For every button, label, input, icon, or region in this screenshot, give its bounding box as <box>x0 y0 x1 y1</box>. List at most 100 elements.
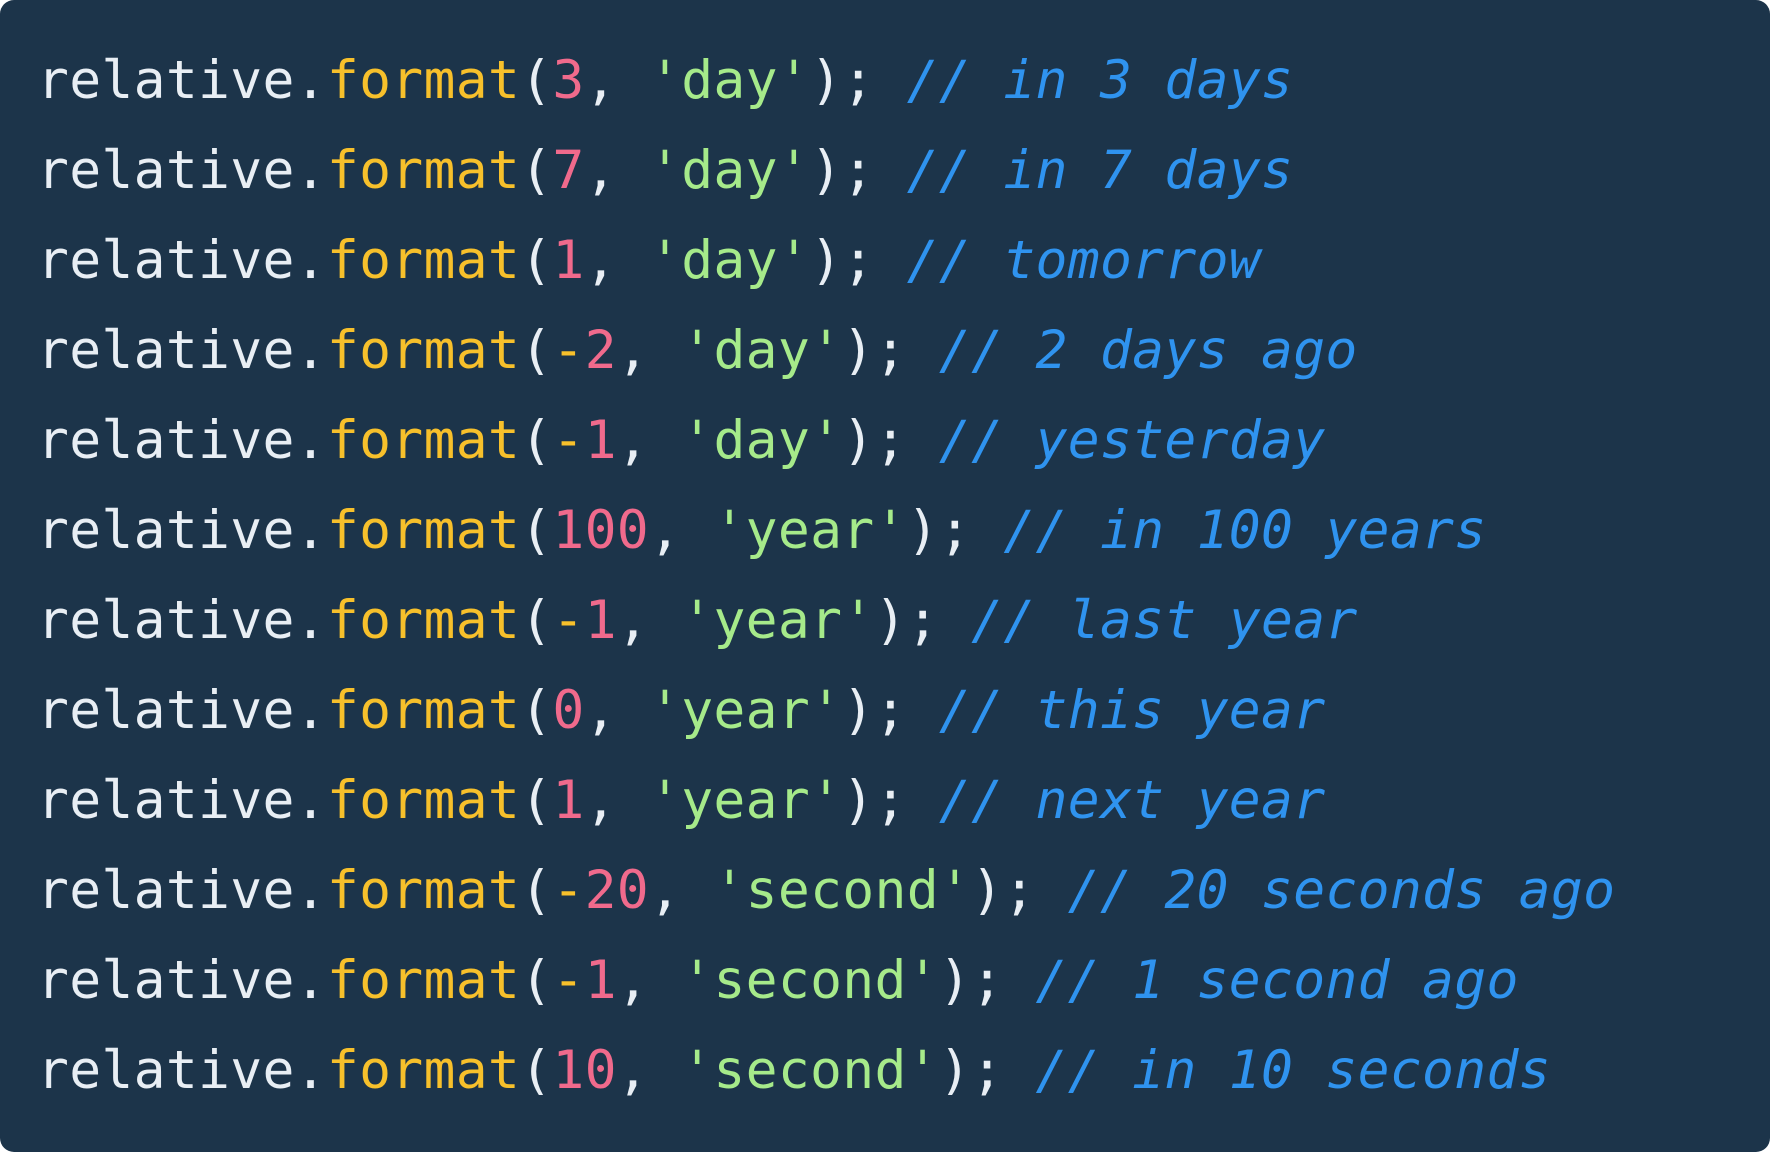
string-literal: 'day' <box>681 410 843 471</box>
member-dot: . <box>294 680 327 741</box>
object-identifier: relative <box>37 590 295 651</box>
object-identifier: relative <box>37 950 295 1011</box>
method-name: format <box>326 140 521 201</box>
close-paren-semicolon: ); <box>906 500 972 561</box>
string-literal: 'second' <box>713 860 972 921</box>
member-dot: . <box>294 320 327 381</box>
minus-sign: - <box>552 590 585 651</box>
code-comment: // 1 second ago <box>1035 950 1519 1011</box>
number-literal: 20 <box>584 860 650 921</box>
code-line: relative.format(-1, 'year'); // last yea… <box>37 576 1770 666</box>
string-literal: 'year' <box>649 680 843 741</box>
method-name: format <box>326 1040 521 1101</box>
code-comment: // in 100 years <box>1003 500 1487 561</box>
code-line: relative.format(1, 'day'); // tomorrow <box>37 216 1770 306</box>
open-paren: ( <box>520 680 553 741</box>
method-name: format <box>326 770 521 831</box>
code-comment: // in 10 seconds <box>1035 1040 1551 1101</box>
open-paren: ( <box>520 950 553 1011</box>
number-literal: 1 <box>552 230 585 291</box>
member-dot: . <box>294 1040 327 1101</box>
open-paren: ( <box>520 320 553 381</box>
code-comment: // yesterday <box>938 410 1326 471</box>
member-dot: . <box>294 590 327 651</box>
close-paren-semicolon: ); <box>810 140 875 201</box>
object-identifier: relative <box>37 50 295 111</box>
string-literal: 'year' <box>681 590 875 651</box>
method-name: format <box>326 500 521 561</box>
number-literal: 1 <box>584 590 617 651</box>
open-paren: ( <box>520 1040 553 1101</box>
comma-separator: , <box>649 500 714 561</box>
member-dot: . <box>294 770 327 831</box>
object-identifier: relative <box>37 680 295 741</box>
open-paren: ( <box>520 860 553 921</box>
close-paren-semicolon: ); <box>971 860 1036 921</box>
code-line: relative.format(100, 'year'); // in 100 … <box>37 486 1770 576</box>
comma-separator: , <box>616 590 682 651</box>
comma-separator: , <box>649 860 714 921</box>
code-line: relative.format(-2, 'day'); // 2 days ag… <box>37 306 1770 396</box>
code-line: relative.format(1, 'year'); // next year <box>37 756 1770 846</box>
comma-separator: , <box>584 140 650 201</box>
comma-separator: , <box>616 410 682 471</box>
member-dot: . <box>294 860 327 921</box>
method-name: format <box>326 680 521 741</box>
close-paren-semicolon: ); <box>842 680 907 741</box>
method-name: format <box>326 410 521 471</box>
string-literal: 'second' <box>681 950 939 1011</box>
member-dot: . <box>294 230 327 291</box>
string-literal: 'year' <box>649 770 843 831</box>
open-paren: ( <box>520 410 553 471</box>
code-block: relative.format(3, 'day'); // in 3 days r… <box>37 36 1770 1116</box>
string-literal: 'day' <box>649 230 811 291</box>
object-identifier: relative <box>37 410 295 471</box>
code-comment: // in 7 days <box>906 140 1294 201</box>
code-line: relative.format(10, 'second'); // in 10 … <box>37 1026 1770 1116</box>
string-literal: 'day' <box>681 320 843 381</box>
number-literal: 1 <box>552 770 585 831</box>
close-paren-semicolon: ); <box>938 950 1004 1011</box>
number-literal: 7 <box>552 140 585 201</box>
open-paren: ( <box>520 140 553 201</box>
code-comment: // 2 days ago <box>938 320 1358 381</box>
code-line: relative.format(3, 'day'); // in 3 days <box>37 36 1770 126</box>
comma-separator: , <box>616 1040 682 1101</box>
number-literal: 2 <box>584 320 617 381</box>
minus-sign: - <box>552 860 585 921</box>
close-paren-semicolon: ); <box>842 320 907 381</box>
code-comment: // tomorrow <box>906 230 1261 291</box>
close-paren-semicolon: ); <box>810 50 875 111</box>
member-dot: . <box>294 950 327 1011</box>
open-paren: ( <box>520 230 553 291</box>
member-dot: . <box>294 500 327 561</box>
method-name: format <box>326 320 521 381</box>
comma-separator: , <box>584 230 650 291</box>
number-literal: 1 <box>584 410 617 471</box>
close-paren-semicolon: ); <box>938 1040 1004 1101</box>
code-comment: // this year <box>938 680 1326 741</box>
close-paren-semicolon: ); <box>842 410 907 471</box>
code-line: relative.format(-20, 'second'); // 20 se… <box>37 846 1770 936</box>
code-snippet-panel: relative.format(3, 'day'); // in 3 days r… <box>0 0 1770 1152</box>
method-name: format <box>326 860 521 921</box>
object-identifier: relative <box>37 320 295 381</box>
close-paren-semicolon: ); <box>874 590 939 651</box>
object-identifier: relative <box>37 140 295 201</box>
member-dot: . <box>294 50 327 111</box>
close-paren-semicolon: ); <box>842 770 907 831</box>
open-paren: ( <box>520 590 553 651</box>
string-literal: 'day' <box>649 140 811 201</box>
member-dot: . <box>294 410 327 471</box>
object-identifier: relative <box>37 770 295 831</box>
